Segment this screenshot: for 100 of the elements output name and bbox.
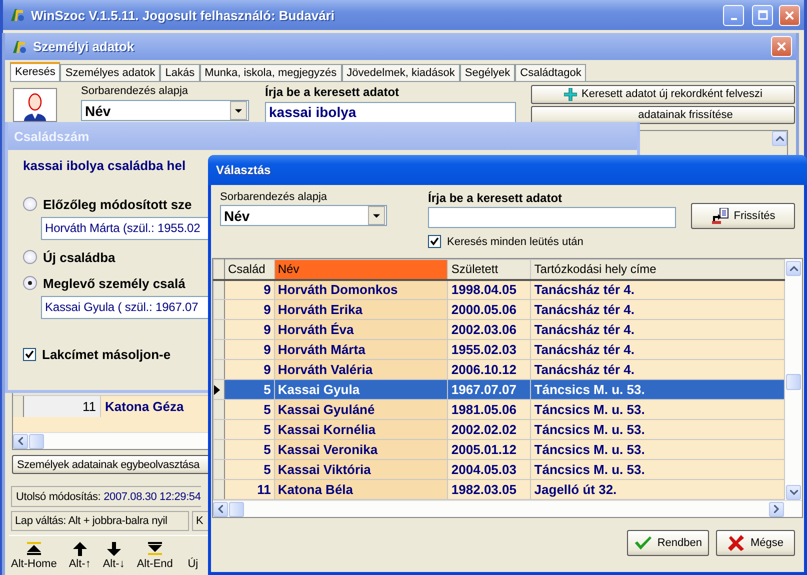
- search-field[interactable]: kassai ibolya: [265, 102, 516, 123]
- table-cell: Horváth Éva: [274, 320, 448, 340]
- nav-button[interactable]: Alt-End: [134, 542, 175, 570]
- table-cell: 1981.05.06: [448, 400, 531, 420]
- column-header[interactable]: Tartózkodási hely címe: [530, 260, 785, 280]
- table-cell: Horváth Márta: [274, 340, 448, 360]
- radio-option[interactable]: Új családba: [23, 248, 116, 266]
- scroll-left-button[interactable]: [13, 434, 28, 448]
- table-cell: 2002.02.02: [448, 420, 531, 440]
- row-header-cell: [214, 280, 224, 300]
- scroll-thumb[interactable]: [29, 434, 44, 448]
- caret-icon: [235, 108, 242, 112]
- tab[interactable]: Munka, iskola, megjegyzés: [200, 64, 342, 81]
- dialog-heading: kassai ibolya családba hel: [23, 158, 186, 173]
- cancel-button[interactable]: Mégse: [716, 530, 795, 556]
- maximize-button[interactable]: [752, 4, 773, 26]
- table-cell: Kassai Veronika: [274, 440, 448, 460]
- row-header-cell: [214, 320, 224, 340]
- row-header-cell: [214, 300, 224, 320]
- scroll-up-button[interactable]: [772, 131, 787, 146]
- nav-button[interactable]: Új: [182, 542, 203, 570]
- grid-row[interactable]: 9 Horváth Éva 2002.03.06 Tanácsház tér 4.: [214, 320, 785, 340]
- table-cell: Horváth Erika: [274, 300, 448, 320]
- tab[interactable]: Jövedelmek, kiadások: [342, 64, 460, 81]
- table-cell: Táncsics M. u. 53.: [530, 440, 785, 460]
- scroll-thumb[interactable]: [786, 374, 802, 390]
- refresh-button[interactable]: Frissítés: [691, 203, 795, 229]
- grid-row[interactable]: 5 Kassai Viktória 2004.05.03 Táncsics M. u. 53.: [214, 460, 785, 480]
- scroll-up-button[interactable]: [786, 261, 802, 276]
- row-header-cell: [214, 400, 224, 420]
- grid-row[interactable]: 5 Kassai Kornélia 2002.02.02 Táncsics M. u. 53.: [214, 420, 785, 440]
- dialog-title: Választás: [216, 163, 271, 177]
- chevron-left-icon: [18, 437, 23, 445]
- scroll-left-button[interactable]: [213, 502, 228, 516]
- close-icon: [776, 41, 787, 52]
- grid-row[interactable]: 9 Horváth Valéria 2006.10.12 Tanácsház tér 4.: [214, 360, 785, 380]
- last-modified-value: 2007.08.30 12:29:54: [104, 490, 201, 502]
- table-cell: Táncsics M. u. 53.: [530, 420, 785, 440]
- sort-select[interactable]: Név: [220, 205, 387, 226]
- scroll-thumb[interactable]: [229, 502, 244, 516]
- add-record-button[interactable]: Keresett adatot új rekordként felveszi: [531, 85, 795, 104]
- table-cell: Tanácsház tér 4.: [530, 360, 785, 380]
- vertical-scrollbar[interactable]: [785, 259, 802, 500]
- table-cell: Tanácsház tér 4.: [530, 280, 785, 300]
- column-header[interactable]: Család: [224, 260, 274, 280]
- horizontal-scrollbar[interactable]: [213, 500, 802, 517]
- radio-option[interactable]: Meglevő személy csalá: [23, 274, 186, 292]
- grid-row[interactable]: 5 Kassai Veronika 2005.01.12 Táncsics M. u. 53.: [214, 440, 785, 460]
- nav-button[interactable]: Alt-↓: [100, 542, 127, 570]
- last-modified-label: Utolsó módosítás:: [16, 490, 101, 502]
- search-field[interactable]: [428, 207, 676, 228]
- grid-row[interactable]: 5 Kassai Gyuláné 1981.05.06 Táncsics M. u. 53.: [214, 400, 785, 420]
- table-cell: 2005.01.12: [448, 440, 531, 460]
- tab[interactable]: Keresés: [10, 62, 60, 81]
- nav-button[interactable]: Alt-Home: [9, 542, 59, 570]
- checkbox[interactable]: Lakcímet másoljon-e: [23, 345, 171, 363]
- grid-row[interactable]: 5 Kassai Gyula 1967.07.07 Táncsics M. u. 53.: [214, 380, 785, 400]
- column-header[interactable]: Név: [274, 260, 448, 280]
- row-pointer-icon: [214, 384, 220, 394]
- refresh-button[interactable]: adatainak frissítése: [531, 106, 795, 124]
- scroll-right-button[interactable]: [769, 502, 784, 516]
- close-button[interactable]: [771, 36, 792, 57]
- tab[interactable]: Személyes adatok: [60, 64, 160, 81]
- sort-label: Sorbarendezés alapja: [220, 191, 328, 203]
- radio-option[interactable]: Előzőleg módosított sze: [23, 195, 192, 213]
- close-button[interactable]: [779, 4, 800, 26]
- table-cell: 5: [224, 420, 274, 440]
- table-cell: 9: [224, 340, 274, 360]
- nav-button[interactable]: Alt-↑: [66, 542, 93, 570]
- chevron-up-icon: [790, 266, 798, 271]
- minimize-button[interactable]: [723, 4, 744, 26]
- grid-row[interactable]: 11 Katona Béla 1982.03.05 Jagelló út 32.: [214, 480, 785, 500]
- table-cell: 9: [224, 320, 274, 340]
- scroll-down-button[interactable]: [786, 485, 802, 500]
- sort-select[interactable]: Név: [81, 100, 249, 121]
- grid-row[interactable]: 9 Horváth Márta 1955.02.03 Tanácsház tér 4.: [214, 340, 785, 360]
- tab[interactable]: Segélyek: [460, 64, 516, 81]
- row-header-cell: [214, 420, 224, 440]
- table-cell: 11: [224, 480, 274, 500]
- checkbox[interactable]: Keresés minden leütés után: [428, 235, 584, 248]
- sort-label: Sorbarendezés alapja: [81, 85, 188, 97]
- column-header[interactable]: Született: [448, 260, 531, 280]
- table-cell: Tanácsház tér 4.: [530, 300, 785, 320]
- search-label: Írja be a keresett adatot: [265, 85, 400, 99]
- tab[interactable]: Lakás: [160, 64, 200, 81]
- ok-button[interactable]: Rendben: [627, 530, 709, 556]
- row-header-cell: [214, 340, 224, 360]
- table-cell: 2000.05.06: [448, 300, 531, 320]
- tab[interactable]: Családtagok: [515, 64, 586, 81]
- grid-row[interactable]: 9 Horváth Domonkos 1998.04.05 Tanácsház tér 4.: [214, 280, 785, 300]
- window-title: Személyi adatok: [33, 39, 134, 54]
- plus-icon: [564, 88, 576, 101]
- checkmark-icon: [430, 237, 439, 246]
- grid-row[interactable]: 9 Horváth Erika 2000.05.06 Tanácsház tér 4.: [214, 300, 785, 320]
- merge-button[interactable]: Személyek adatainak egybeolvasztása: [12, 455, 210, 474]
- dropdown-button[interactable]: [368, 206, 385, 225]
- row-header-cell: [214, 360, 224, 380]
- arrow-up-icon: [72, 542, 88, 556]
- table-cell: 11: [24, 396, 101, 417]
- dropdown-button[interactable]: [230, 101, 247, 120]
